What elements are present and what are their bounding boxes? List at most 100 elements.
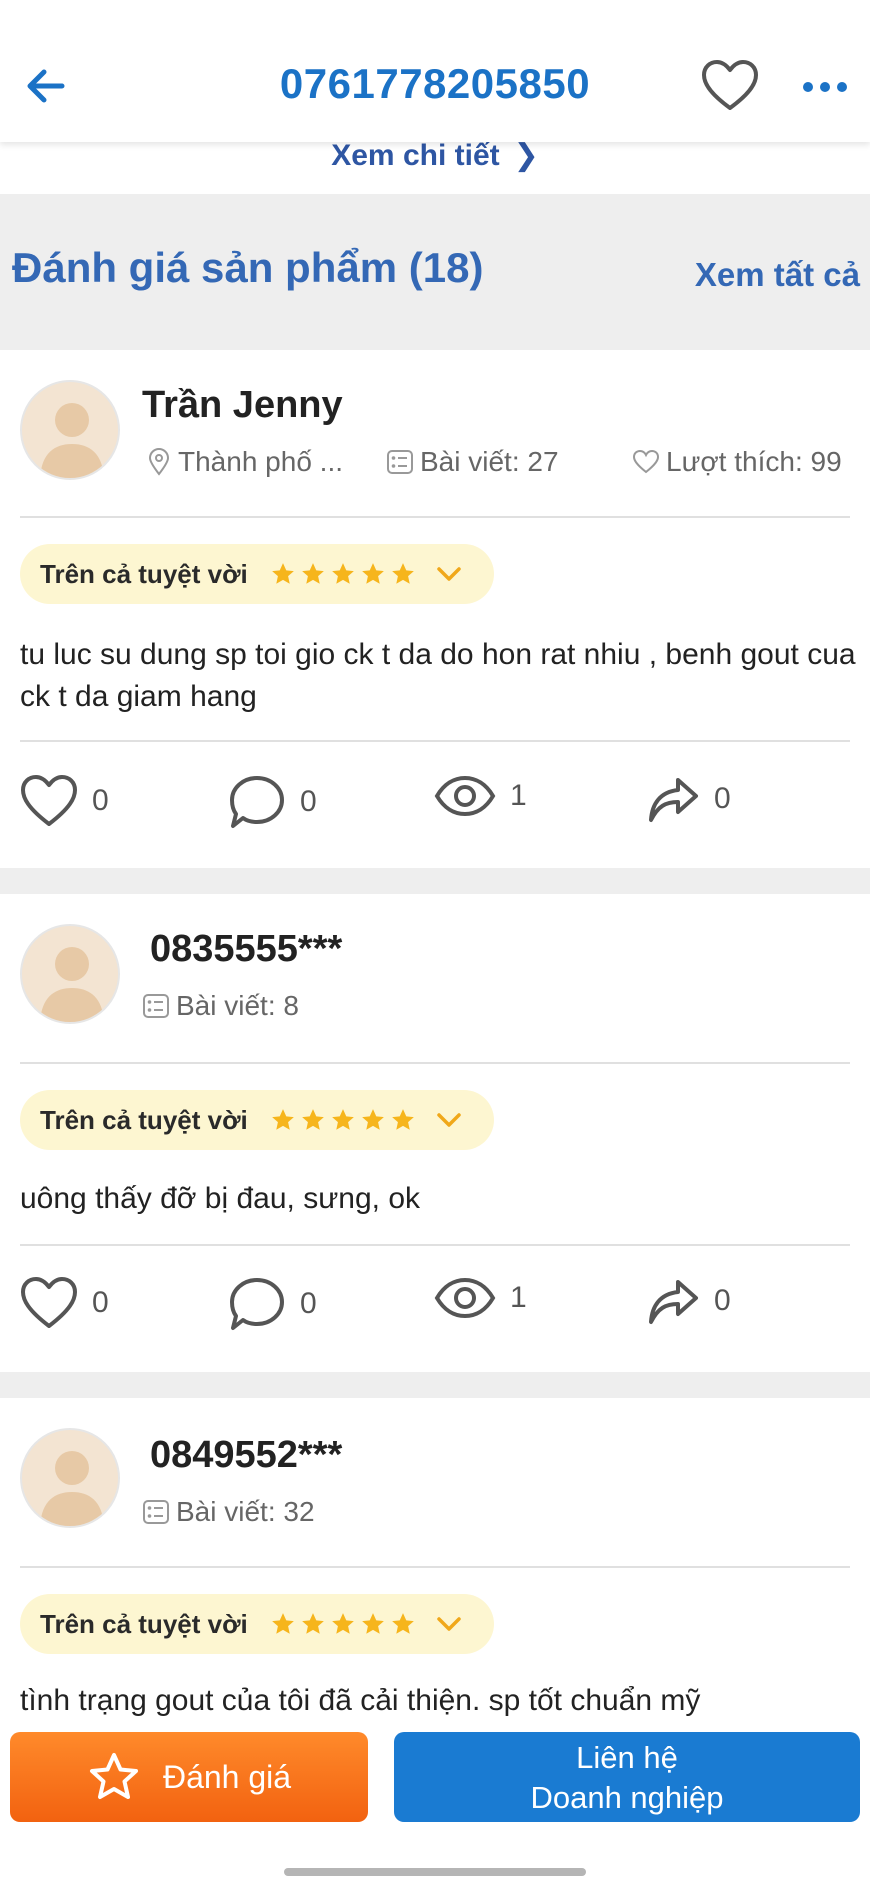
bottom-action-bar: Đánh giá Liên hệ Doanh nghiệp <box>0 1718 870 1884</box>
reviewer-name[interactable]: 0849552*** <box>150 1434 342 1477</box>
contact-label-line2: Doanh nghiệp <box>530 1780 724 1815</box>
reviewer-likes-total: Lượt thích: 99 <box>632 446 842 478</box>
user-placeholder-icon <box>40 947 104 1022</box>
review-comment: tu luc su dung sp toi gio ck t da do hon… <box>20 638 856 713</box>
star-icon <box>331 1109 354 1130</box>
chevron-down-icon <box>437 1617 461 1631</box>
share-count: 0 <box>714 1284 731 1317</box>
rating-pill[interactable]: Trên cả tuyệt vời <box>20 1594 494 1654</box>
user-placeholder-icon <box>40 1451 104 1526</box>
comment-count: 0 <box>300 785 317 818</box>
star-icon <box>361 1109 384 1130</box>
rating-label: Trên cả tuyệt vời <box>40 1608 248 1639</box>
eye-icon <box>434 775 496 817</box>
star-icon <box>391 1613 414 1634</box>
likes-total-text: Lượt thích: 99 <box>666 446 842 477</box>
view-count: 1 <box>510 779 527 812</box>
rating-pill[interactable]: Trên cả tuyệt vời <box>20 544 494 604</box>
star-icon <box>271 1613 294 1634</box>
star-outline-icon <box>89 1753 138 1799</box>
top-app-bar: 0761778205850 <box>0 0 870 142</box>
star-icon <box>361 1613 384 1634</box>
reviewer-location: Thành phố ... <box>146 446 343 478</box>
star-icon <box>361 563 384 584</box>
like-action[interactable]: 0 <box>20 774 109 828</box>
see-details-link[interactable]: Xem chi tiết ❯ <box>0 134 870 192</box>
chevron-right-icon: ❯ <box>513 139 539 172</box>
eye-icon <box>434 1277 496 1319</box>
comment-action[interactable]: 0 <box>228 774 317 830</box>
rate-button-label: Đánh giá <box>162 1758 292 1795</box>
divider <box>20 1244 850 1246</box>
star-icon <box>301 1613 324 1634</box>
posts-icon <box>143 994 169 1018</box>
location-pin-icon <box>148 448 170 476</box>
reviews-section-title: Đánh giá sản phẩm (18) <box>12 244 484 291</box>
see-details-label: Xem chi tiết <box>331 139 500 172</box>
heart-small-icon <box>632 449 660 474</box>
speech-bubble-icon <box>230 1278 284 1330</box>
speech-bubble-icon <box>230 776 284 828</box>
share-arrow-icon <box>649 778 698 822</box>
avatar[interactable] <box>20 924 120 1024</box>
star-icon <box>331 1613 354 1634</box>
star-rating <box>270 1611 416 1637</box>
reviewer-name[interactable]: Trần Jenny <box>142 384 343 427</box>
star-icon <box>391 1109 414 1130</box>
share-count: 0 <box>714 782 731 815</box>
like-count: 0 <box>92 1286 109 1319</box>
card-separator <box>0 1372 870 1398</box>
divider <box>20 1062 850 1064</box>
share-action[interactable]: 0 <box>646 774 731 824</box>
review-card: 0835555*** Bài viết: 8 Trên cả tuyệt vời… <box>0 894 870 1372</box>
share-arrow-icon <box>649 1280 698 1324</box>
see-all-reviews-link[interactable]: Xem tất cả <box>695 256 860 294</box>
divider <box>20 740 850 742</box>
rating-label: Trên cả tuyệt vời <box>40 1104 248 1135</box>
review-card: Trần Jenny Thành phố ... Bài viết: 27 Lư… <box>0 350 870 868</box>
rating-pill[interactable]: Trên cả tuyệt vời <box>20 1090 494 1150</box>
reviewer-post-count: Bài viết: 8 <box>142 990 299 1022</box>
reviewer-post-count: Bài viết: 27 <box>386 446 559 478</box>
star-icon <box>391 563 414 584</box>
star-icon <box>301 563 324 584</box>
contact-business-button[interactable]: Liên hệ Doanh nghiệp <box>394 1732 860 1822</box>
heart-outline-icon[interactable] <box>700 58 760 114</box>
home-indicator[interactable] <box>284 1868 586 1876</box>
rate-button[interactable]: Đánh giá <box>10 1732 368 1822</box>
review-comment: tình trạng gout của tôi đã cải thiện. sp… <box>20 1684 701 1717</box>
review-comment: uông thấy đỡ bị đau, sưng, ok <box>20 1182 421 1215</box>
location-text: Thành phố ... <box>178 446 344 477</box>
comment-count: 0 <box>300 1287 317 1320</box>
post-count-text: Bài viết: 8 <box>176 990 299 1021</box>
post-count-text: Bài viết: 27 <box>420 446 559 477</box>
reviews-section-header: Đánh giá sản phẩm (18) Xem tất cả <box>0 194 870 350</box>
review-card: 0849552*** Bài viết: 32 Trên cả tuyệt vờ… <box>0 1398 870 1718</box>
comment-action[interactable]: 0 <box>228 1276 317 1332</box>
rating-label: Trên cả tuyệt vời <box>40 558 248 589</box>
star-rating <box>270 1107 416 1133</box>
like-action[interactable]: 0 <box>20 1276 109 1330</box>
reviewer-name[interactable]: 0835555*** <box>150 928 342 971</box>
posts-icon <box>387 450 413 474</box>
reviewer-post-count: Bài viết: 32 <box>142 1496 315 1528</box>
heart-outline-icon <box>21 775 77 826</box>
posts-icon <box>143 1500 169 1524</box>
avatar[interactable] <box>20 380 120 480</box>
share-action[interactable]: 0 <box>646 1276 731 1326</box>
post-count-text: Bài viết: 32 <box>176 1496 315 1527</box>
star-icon <box>301 1109 324 1130</box>
more-dots-icon[interactable] <box>800 70 850 104</box>
view-count-item: 1 <box>434 1276 527 1320</box>
chevron-down-icon <box>437 1113 461 1127</box>
user-placeholder-icon <box>40 403 104 478</box>
star-icon <box>331 563 354 584</box>
star-icon <box>271 1109 294 1130</box>
avatar[interactable] <box>20 1428 120 1528</box>
view-count: 1 <box>510 1281 527 1314</box>
heart-outline-icon <box>21 1277 77 1328</box>
card-separator <box>0 868 870 894</box>
contact-label-line1: Liên hệ <box>576 1740 678 1775</box>
like-count: 0 <box>92 784 109 817</box>
chevron-down-icon <box>437 567 461 581</box>
